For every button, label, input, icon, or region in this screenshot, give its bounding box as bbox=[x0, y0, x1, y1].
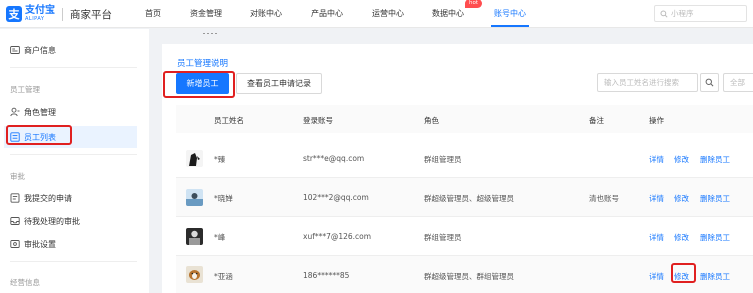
avatar-image bbox=[186, 266, 203, 283]
nav-decoration bbox=[203, 33, 217, 34]
id-card-icon bbox=[10, 46, 20, 54]
status-filter-select[interactable]: 全部 bbox=[723, 73, 753, 92]
staff-role: 群超级管理员、群组管理员 bbox=[424, 272, 514, 281]
hot-badge: hot bbox=[465, 0, 483, 8]
delete-staff-link[interactable]: 删除员工 bbox=[700, 271, 730, 282]
staff-name: *亚涵 bbox=[214, 272, 233, 281]
main-content: 员工管理说明 新增员工 查看员工申请记录 输入员工姓名进行搜索 全部 员工姓名 … bbox=[162, 44, 753, 293]
inbox-icon bbox=[10, 217, 20, 225]
sidebar: 商户信息 员工管理 角色管理 员工列表 审批 我提交的申请 待我处理的审批 审批… bbox=[0, 29, 149, 293]
sidebar-divider bbox=[10, 67, 137, 68]
sidebar-item-label: 待我处理的审批 bbox=[24, 216, 80, 226]
edit-link[interactable]: 修改 bbox=[674, 232, 689, 243]
staff-account: 102***2@qq.com bbox=[303, 193, 369, 202]
platform-name: 商家平台 bbox=[70, 8, 112, 21]
highlight-staff-list bbox=[6, 125, 72, 145]
detail-link[interactable]: 详情 bbox=[649, 232, 664, 243]
sidebar-item-approval-settings[interactable]: 审批设置 bbox=[10, 235, 56, 253]
alipay-logo[interactable]: 支 支付宝 ALIPAY 商家平台 bbox=[6, 3, 112, 25]
search-icon bbox=[705, 78, 714, 87]
staff-account: str***e@qq.com bbox=[303, 154, 365, 163]
logo-text: 支付宝 ALIPAY bbox=[25, 6, 55, 22]
column-role: 角色 bbox=[424, 116, 439, 125]
delete-staff-link[interactable]: 删除员工 bbox=[700, 193, 730, 204]
nav-reconciliation[interactable]: 对账中心 bbox=[250, 8, 282, 19]
logo-divider bbox=[62, 7, 63, 21]
logo-en: ALIPAY bbox=[25, 16, 45, 22]
sidebar-item-my-submitted[interactable]: 我提交的申请 bbox=[10, 189, 72, 207]
search-button[interactable] bbox=[700, 73, 719, 92]
sidebar-item-label: 审批设置 bbox=[24, 239, 56, 249]
highlight-edit-link bbox=[671, 263, 696, 283]
detail-link[interactable]: 详情 bbox=[649, 193, 664, 204]
column-account: 登录账号 bbox=[303, 116, 333, 125]
detail-link[interactable]: 详情 bbox=[649, 154, 664, 165]
staff-remark: 清也账号 bbox=[589, 194, 619, 203]
staff-name: *臻 bbox=[214, 155, 226, 164]
nav-account[interactable]: 账号中心 bbox=[494, 8, 526, 19]
avatar-image bbox=[186, 189, 203, 206]
sidebar-item-pending-approval[interactable]: 待我处理的审批 bbox=[10, 212, 80, 230]
nav-home[interactable]: 首页 bbox=[145, 8, 161, 19]
sidebar-item-label: 角色管理 bbox=[24, 107, 56, 117]
sidebar-group-approval: 审批 bbox=[10, 172, 25, 181]
search-icon bbox=[660, 9, 668, 18]
staff-role: 群超级管理员、超级管理员 bbox=[424, 194, 514, 203]
table-row: *峰 xuf***7@126.com 群组管理员 详情 修改 删除员工 bbox=[176, 217, 753, 256]
staff-role: 群组管理员 bbox=[424, 155, 462, 164]
edit-link[interactable]: 修改 bbox=[674, 193, 689, 204]
sidebar-item-role-management[interactable]: 角色管理 bbox=[10, 103, 56, 121]
delete-staff-link[interactable]: 删除员工 bbox=[700, 232, 730, 243]
staff-search-input[interactable]: 输入员工姓名进行搜索 bbox=[597, 73, 698, 92]
staff-name: *晓婵 bbox=[214, 194, 233, 203]
staff-role: 群组管理员 bbox=[424, 233, 462, 242]
nav-products[interactable]: 产品中心 bbox=[311, 8, 343, 19]
view-application-records-button[interactable]: 查看员工申请记录 bbox=[236, 73, 322, 94]
sidebar-group-staff: 员工管理 bbox=[10, 85, 40, 94]
top-search-placeholder: 小程序 bbox=[671, 9, 694, 18]
nav-data[interactable]: 数据中心 bbox=[432, 8, 464, 19]
column-name: 员工姓名 bbox=[214, 116, 244, 125]
settings-card-icon bbox=[10, 240, 20, 248]
table-header: 员工姓名 登录账号 角色 备注 操作 bbox=[176, 105, 753, 133]
column-remark: 备注 bbox=[589, 116, 604, 125]
logo-cn: 支付宝 bbox=[25, 5, 55, 16]
sidebar-item-label: 我提交的申请 bbox=[24, 193, 72, 203]
staff-account: 186******85 bbox=[303, 271, 350, 280]
nav-active-underline bbox=[491, 25, 529, 27]
avatar bbox=[186, 189, 203, 206]
highlight-add-staff bbox=[163, 71, 235, 98]
staff-account: xuf***7@126.com bbox=[303, 232, 372, 241]
table-row: *晓婵 102***2@qq.com 群超级管理员、超级管理员 清也账号 详情 … bbox=[176, 178, 753, 217]
sidebar-group-business: 经营信息 bbox=[10, 278, 40, 287]
nav-funds[interactable]: 资金管理 bbox=[190, 8, 222, 19]
table-row: *臻 str***e@qq.com 群组管理员 详情 修改 删除员工 bbox=[176, 139, 753, 178]
alipay-logo-icon: 支 bbox=[6, 6, 22, 22]
avatar-image bbox=[186, 150, 203, 167]
nav-operations[interactable]: 运营中心 bbox=[372, 8, 404, 19]
avatar bbox=[186, 150, 203, 167]
sidebar-divider bbox=[10, 261, 137, 262]
edit-link[interactable]: 修改 bbox=[674, 154, 689, 165]
staff-name: *峰 bbox=[214, 233, 226, 242]
table-row: *亚涵 186******85 群超级管理员、群组管理员 详情 修改 删除员工 bbox=[176, 256, 753, 293]
top-bar: 支 支付宝 ALIPAY 商家平台 首页 资金管理 对账中心 产品中心 运营中心… bbox=[0, 0, 753, 28]
detail-link[interactable]: 详情 bbox=[649, 271, 664, 282]
top-search-input[interactable]: 小程序 bbox=[654, 5, 747, 22]
avatar bbox=[186, 266, 203, 283]
avatar-image bbox=[186, 228, 203, 245]
document-icon bbox=[10, 193, 20, 203]
staff-guide-link[interactable]: 员工管理说明 bbox=[177, 57, 228, 69]
delete-staff-link[interactable]: 删除员工 bbox=[700, 154, 730, 165]
sidebar-divider bbox=[10, 154, 137, 155]
user-icon bbox=[10, 107, 20, 117]
avatar bbox=[186, 228, 203, 245]
sidebar-item-merchant-info[interactable]: 商户信息 bbox=[10, 41, 56, 59]
sidebar-item-label: 商户信息 bbox=[24, 45, 56, 55]
column-actions: 操作 bbox=[649, 116, 664, 125]
